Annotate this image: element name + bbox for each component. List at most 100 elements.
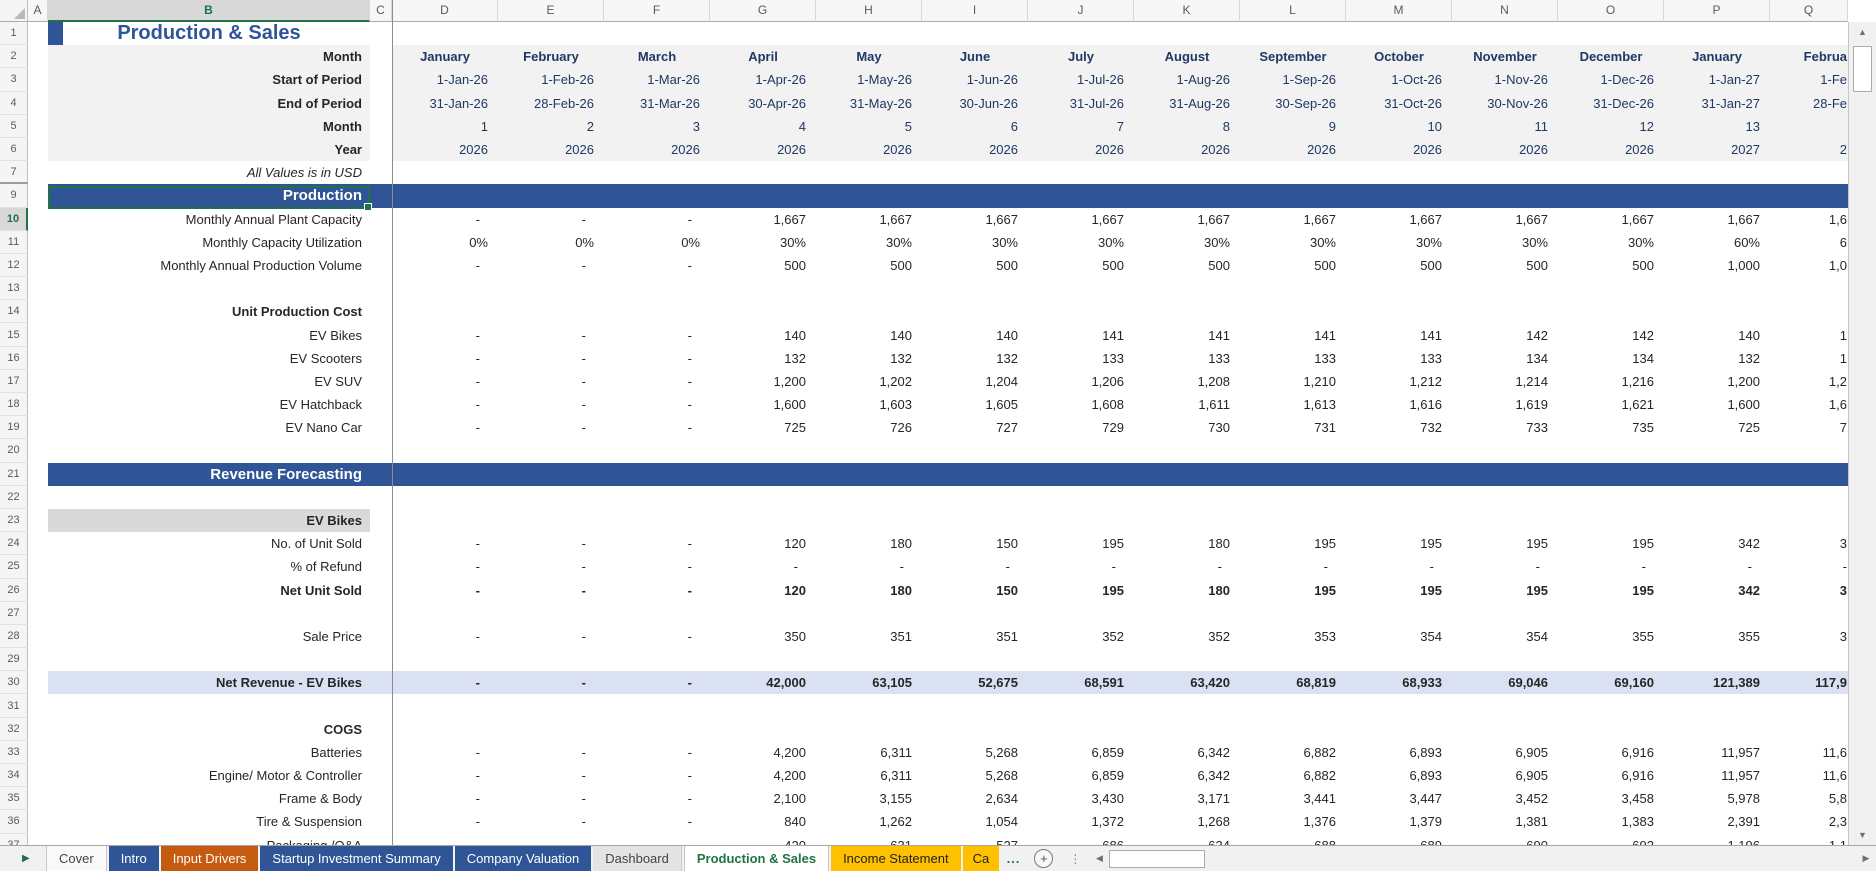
cell-B30[interactable]: Net Revenue - EV Bikes [48,671,370,694]
cell-A17[interactable] [28,370,48,393]
cell-M15[interactable]: 141 [1346,323,1452,346]
cell-C28[interactable] [370,625,392,648]
cell-A25[interactable] [28,555,48,578]
cell-C1[interactable] [370,22,392,45]
cell-C7[interactable] [370,161,392,184]
cell-L15[interactable]: 141 [1240,323,1346,346]
cell-J36[interactable]: 1,372 [1028,810,1134,833]
cell-L34[interactable]: 6,882 [1240,764,1346,787]
cell-H12[interactable]: 500 [816,254,922,277]
row-header-28[interactable]: 28 [0,625,28,648]
cell-G7[interactable] [710,161,816,184]
cell-K37[interactable]: 634 [1134,834,1240,845]
cell-O15[interactable]: 142 [1558,323,1664,346]
cell-M7[interactable] [1346,161,1452,184]
cell-N21[interactable] [1452,463,1558,486]
cell-Q26[interactable]: 3 [1770,579,1848,602]
cell-Q18[interactable]: 1,6 [1770,393,1848,416]
cell-D7[interactable] [392,161,498,184]
cell-D21[interactable] [392,463,498,486]
cell-A30[interactable] [28,671,48,694]
cell-F19[interactable]: - [604,416,710,439]
cell-M6[interactable]: 2026 [1346,138,1452,161]
cell-E12[interactable]: - [498,254,604,277]
cell-G26[interactable]: 120 [710,579,816,602]
cell-F4[interactable]: 31-Mar-26 [604,92,710,115]
cell-J28[interactable]: 352 [1028,625,1134,648]
cell-L4[interactable]: 30-Sep-26 [1240,92,1346,115]
sheet-tab-intro[interactable]: Intro [109,846,159,871]
scroll-up-icon[interactable]: ▲ [1849,22,1876,42]
cell-B24[interactable]: No. of Unit Sold [48,532,370,555]
cell-K11[interactable]: 30% [1134,231,1240,254]
cell-O12[interactable]: 500 [1558,254,1664,277]
cell-H7[interactable] [816,161,922,184]
cell-F1[interactable] [604,22,710,45]
cell-E11[interactable]: 0% [498,231,604,254]
cell-G31[interactable] [710,694,816,717]
cell-L24[interactable]: 195 [1240,532,1346,555]
cell-A12[interactable] [28,254,48,277]
cell-L23[interactable] [1240,509,1346,532]
cell-A37[interactable] [28,834,48,845]
cell-H4[interactable]: 31-May-26 [816,92,922,115]
cell-E25[interactable]: - [498,555,604,578]
cell-J32[interactable] [1028,718,1134,741]
cell-K19[interactable]: 730 [1134,416,1240,439]
cell-E26[interactable]: - [498,579,604,602]
cell-E29[interactable] [498,648,604,671]
cell-J10[interactable]: 1,667 [1028,208,1134,231]
scroll-down-icon[interactable]: ▼ [1849,825,1876,845]
cell-E17[interactable]: - [498,370,604,393]
cell-I27[interactable] [922,602,1028,625]
cell-E32[interactable] [498,718,604,741]
cell-A16[interactable] [28,347,48,370]
column-header-E[interactable]: E [498,0,604,22]
cell-L17[interactable]: 1,210 [1240,370,1346,393]
cell-O31[interactable] [1558,694,1664,717]
cell-E28[interactable]: - [498,625,604,648]
cell-M19[interactable]: 732 [1346,416,1452,439]
cell-O3[interactable]: 1-Dec-26 [1558,68,1664,91]
cell-L36[interactable]: 1,376 [1240,810,1346,833]
cell-K24[interactable]: 180 [1134,532,1240,555]
cell-Q33[interactable]: 11,6 [1770,741,1848,764]
cell-A11[interactable] [28,231,48,254]
cell-Q22[interactable] [1770,486,1848,509]
cell-I1[interactable] [922,22,1028,45]
cell-A19[interactable] [28,416,48,439]
cell-A36[interactable] [28,810,48,833]
cell-D27[interactable] [392,602,498,625]
cell-H18[interactable]: 1,603 [816,393,922,416]
cell-H19[interactable]: 726 [816,416,922,439]
cell-A20[interactable] [28,439,48,462]
cell-C2[interactable] [370,45,392,68]
cell-Q17[interactable]: 1,2 [1770,370,1848,393]
cell-J4[interactable]: 31-Jul-26 [1028,92,1134,115]
cell-I10[interactable]: 1,667 [922,208,1028,231]
cell-H35[interactable]: 3,155 [816,787,922,810]
cell-J3[interactable]: 1-Jul-26 [1028,68,1134,91]
cell-P26[interactable]: 342 [1664,579,1770,602]
cell-A13[interactable] [28,277,48,300]
cell-L13[interactable] [1240,277,1346,300]
cell-L11[interactable]: 30% [1240,231,1346,254]
cell-F33[interactable]: - [604,741,710,764]
cell-B28[interactable]: Sale Price [48,625,370,648]
row-header-25[interactable]: 25 [0,555,28,578]
cell-F31[interactable] [604,694,710,717]
cell-B10[interactable]: Monthly Annual Plant Capacity [48,208,370,231]
cell-I15[interactable]: 140 [922,323,1028,346]
row-header-12[interactable]: 12 [0,254,28,277]
cell-C32[interactable] [370,718,392,741]
cell-Q29[interactable] [1770,648,1848,671]
cell-B9[interactable]: Production [48,184,370,207]
cell-J15[interactable]: 141 [1028,323,1134,346]
cell-H15[interactable]: 140 [816,323,922,346]
cell-F22[interactable] [604,486,710,509]
cell-P30[interactable]: 121,389 [1664,671,1770,694]
cell-E5[interactable]: 2 [498,115,604,138]
cell-O14[interactable] [1558,300,1664,323]
cell-F26[interactable]: - [604,579,710,602]
cell-F16[interactable]: - [604,347,710,370]
